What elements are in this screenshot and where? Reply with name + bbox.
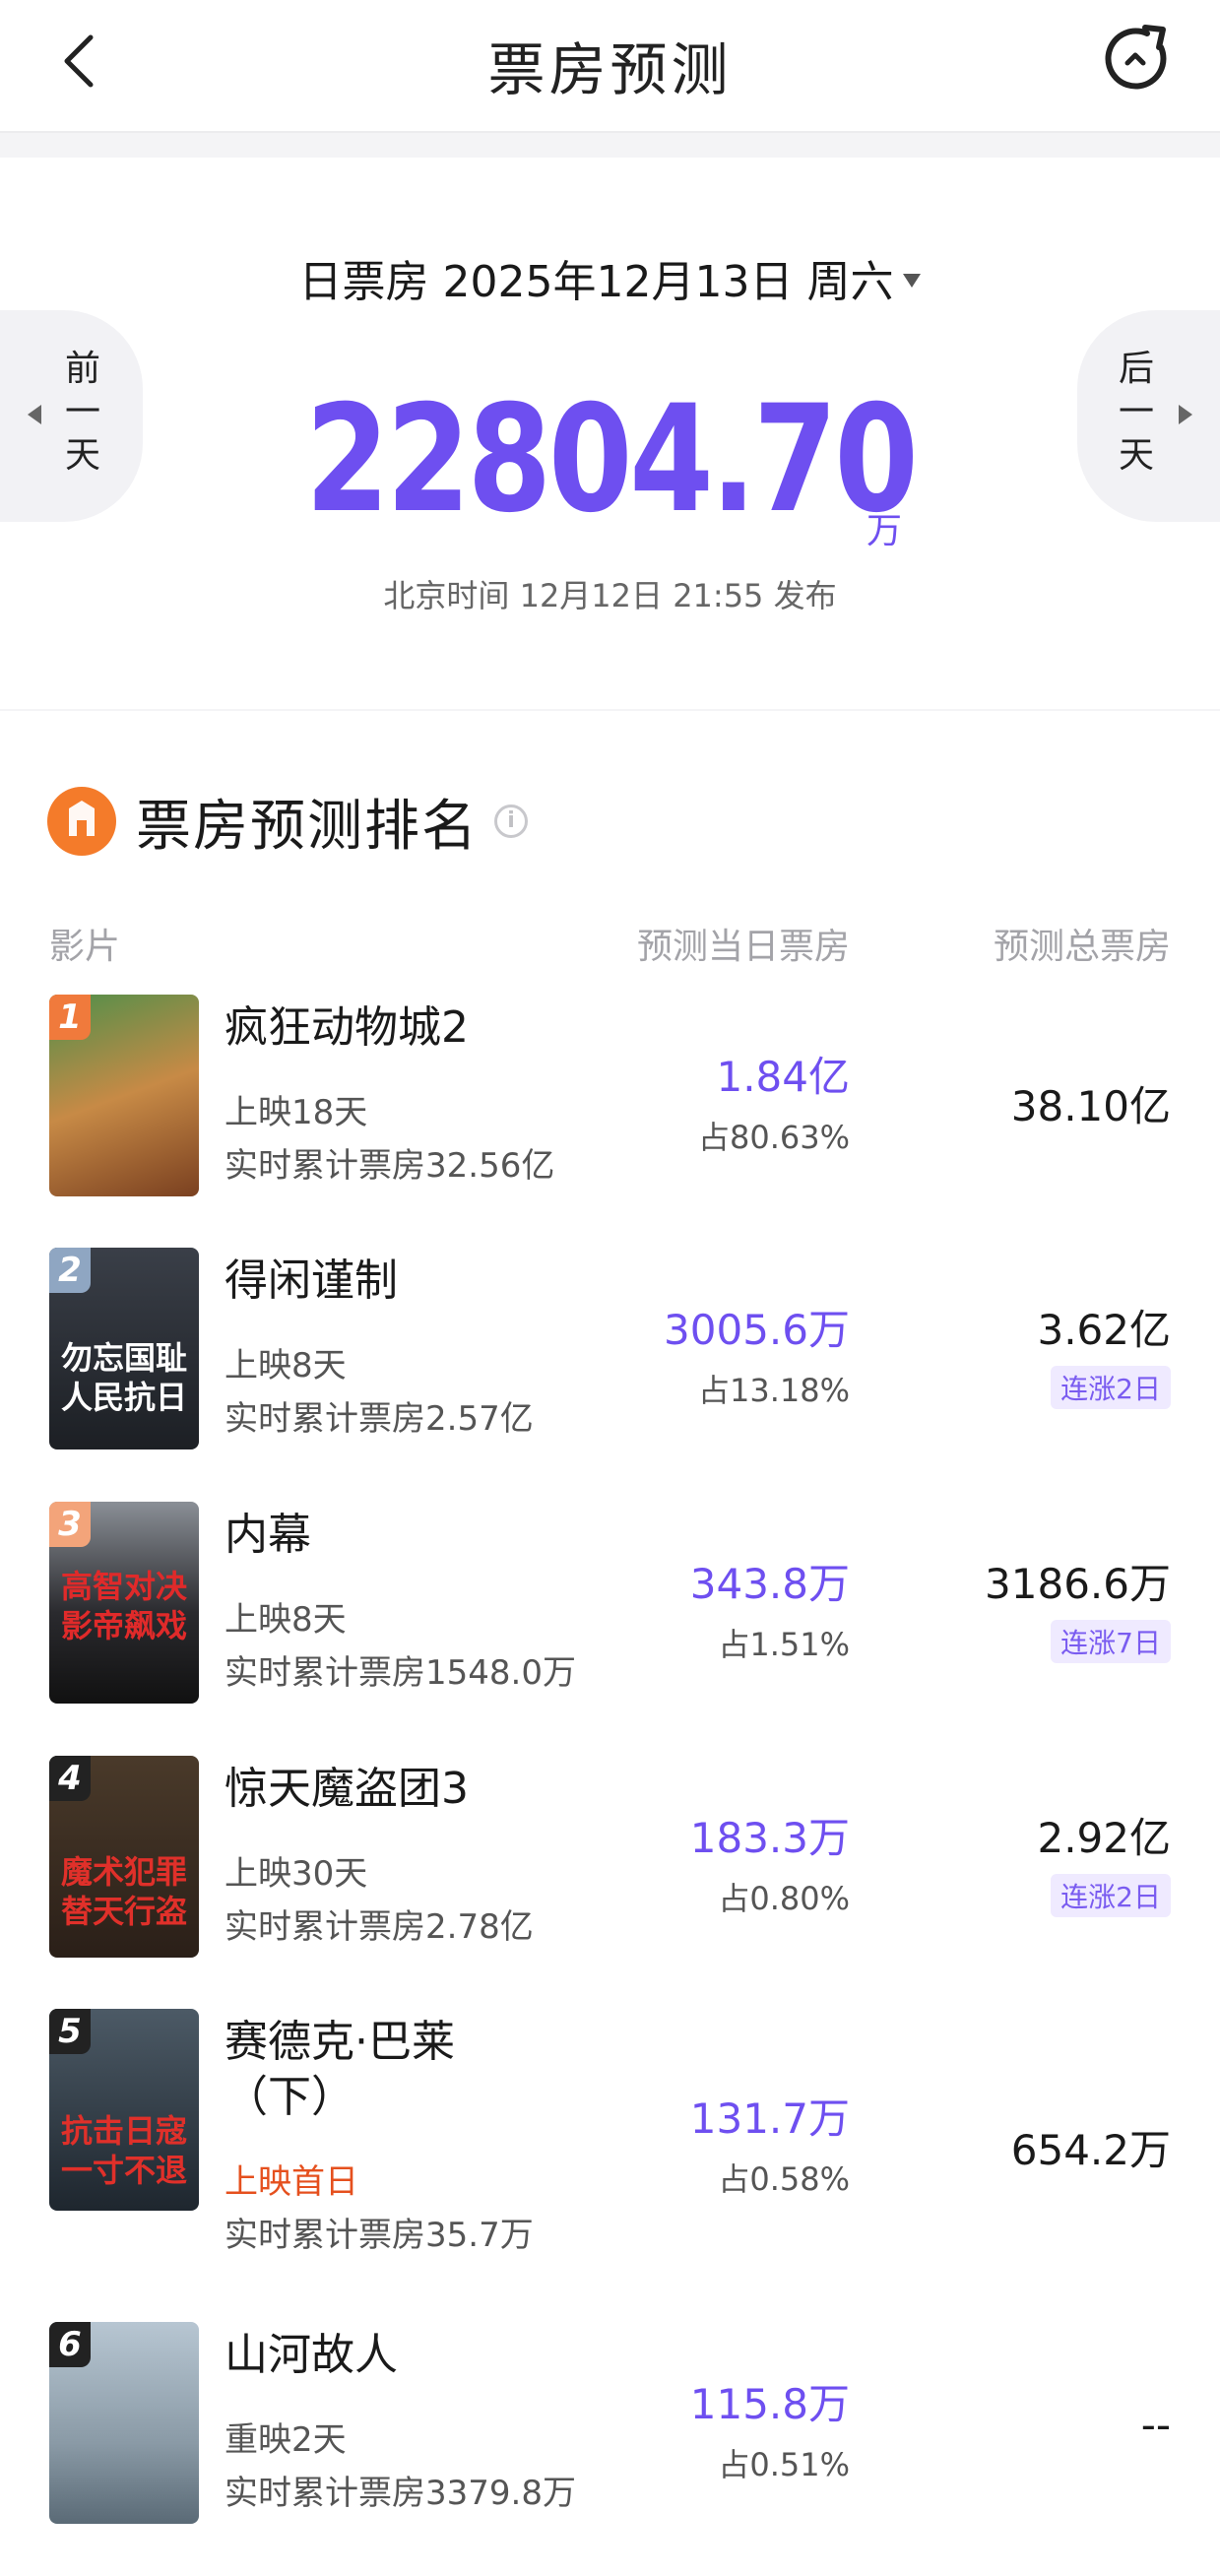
film-title: 惊天魔盗团3 <box>225 1764 469 1814</box>
day-forecast: 115.8万 <box>689 2380 850 2428</box>
film-title: 赛德克·巴莱（下） <box>225 2017 455 2122</box>
day-share: 占0.80% <box>718 1880 850 1917</box>
total-box-office: 22804.70 万 <box>0 374 1220 551</box>
daily-box-office-panel: 日票房 2025年12月13日 周六 前一天 后一天 22804.70 万 北京… <box>0 158 1220 709</box>
column-day-forecast: 预测当日票房 <box>636 927 850 967</box>
film-days: 上映18天 <box>225 1093 368 1132</box>
ranking-header: 票房预测排名 i <box>47 782 528 861</box>
day-share: 占13.18% <box>697 1372 850 1409</box>
film-title: 疯狂动物城2 <box>225 1002 469 1053</box>
day-share: 占0.51% <box>718 2446 850 2483</box>
film-days: 上映8天 <box>225 1346 347 1385</box>
rank-badge: 5 <box>49 2009 91 2054</box>
film-poster: 4 魔术犯罪 替天行盗 <box>49 1756 199 1958</box>
film-row[interactable]: 5 抗击日寇 一寸不退 赛德克·巴莱（下） 上映首日 实时累计票房35.7万 1… <box>0 2009 1220 2265</box>
page-title: 票房预测 <box>487 36 733 103</box>
total-unit: 万 <box>867 511 903 551</box>
film-row[interactable]: 6 山河故人 重映2天 实时累计票房3379.8万 115.8万 占0.51% … <box>0 2322 1220 2539</box>
film-row[interactable]: 2 勿忘国耻 人民抗日 得闲谨制 上映8天 实时累计票房2.57亿 3005.6… <box>0 1248 1220 1464</box>
column-total-forecast: 预测总票房 <box>993 927 1171 967</box>
film-title: 内幕 <box>225 1510 311 1560</box>
day-forecast: 3005.6万 <box>664 1306 850 1354</box>
film-poster: 2 勿忘国耻 人民抗日 <box>49 1248 199 1449</box>
film-row[interactable]: 1 疯狂动物城2 上映18天 实时累计票房32.56亿 1.84亿 占80.63… <box>0 995 1220 1211</box>
film-cumulative: 实时累计票房32.56亿 <box>225 1146 555 1186</box>
total-forecast: 38.10亿 <box>1010 1082 1171 1130</box>
day-share: 占0.58% <box>718 2160 850 2198</box>
day-forecast: 183.3万 <box>689 1814 850 1862</box>
poster-slogan: 魔术犯罪 替天行盗 <box>60 1853 187 1930</box>
rank-badge: 3 <box>49 1502 91 1547</box>
film-poster: 3 高智对决 影帝飙戏 <box>49 1502 199 1704</box>
streak-badge: 连涨7日 <box>1051 1620 1171 1663</box>
poster-slogan: 抗击日寇 一寸不退 <box>60 2112 187 2189</box>
rank-badge: 2 <box>49 1248 91 1293</box>
refresh-icon <box>1105 25 1167 90</box>
film-cumulative: 实时累计票房35.7万 <box>225 2216 534 2255</box>
ranking-title: 票房预测排名 <box>136 794 479 859</box>
caret-down-icon <box>903 274 922 288</box>
total-value: 22804.70 <box>304 374 919 546</box>
day-forecast: 1.84亿 <box>716 1053 850 1101</box>
poster-slogan: 高智对决 影帝飙戏 <box>60 1568 187 1644</box>
film-days: 上映30天 <box>225 1854 368 1894</box>
film-days: 重映2天 <box>225 2420 347 2460</box>
day-forecast: 131.7万 <box>689 2094 850 2143</box>
rank-badge: 6 <box>49 2322 91 2367</box>
film-title: 山河故人 <box>225 2330 398 2380</box>
total-forecast: 3186.6万 <box>985 1560 1171 1608</box>
total-forecast: -- <box>1140 2401 1171 2449</box>
film-days: 上映首日 <box>225 2162 358 2202</box>
film-cumulative: 实时累计票房2.57亿 <box>225 1399 534 1439</box>
top-bar: 票房预测 <box>0 0 1220 133</box>
total-forecast: 3.62亿 <box>1037 1306 1171 1354</box>
film-poster: 5 抗击日寇 一寸不退 <box>49 2009 199 2211</box>
date-label: 日票房 2025年12月13日 周六 <box>298 257 894 307</box>
total-forecast: 2.92亿 <box>1037 1814 1171 1862</box>
total-forecast: 654.2万 <box>1010 2126 1171 2174</box>
day-share: 占80.63% <box>697 1119 850 1156</box>
film-row[interactable]: 4 魔术犯罪 替天行盗 惊天魔盗团3 上映30天 实时累计票房2.78亿 183… <box>0 1756 1220 1972</box>
film-days: 上映8天 <box>225 1600 347 1640</box>
streak-badge: 连涨2日 <box>1051 1366 1171 1409</box>
film-row[interactable]: 3 高智对决 影帝飙戏 内幕 上映8天 实时累计票房1548.0万 343.8万… <box>0 1502 1220 1718</box>
streak-badge: 连涨2日 <box>1051 1874 1171 1917</box>
film-poster: 1 <box>49 995 199 1196</box>
refresh-button[interactable] <box>1098 20 1177 98</box>
day-share: 占1.51% <box>718 1626 850 1663</box>
day-forecast: 343.8万 <box>689 1560 850 1608</box>
film-poster: 6 <box>49 2322 199 2524</box>
poster-slogan: 勿忘国耻 人民抗日 <box>60 1339 187 1416</box>
ranking-section: 票房预测排名 i 影片 预测当日票房 预测总票房 1 疯狂动物城2 上映18天 … <box>0 711 1220 2576</box>
film-cumulative: 实时累计票房3379.8万 <box>225 2474 576 2513</box>
date-selector[interactable]: 日票房 2025年12月13日 周六 <box>0 246 1220 309</box>
film-cumulative: 实时累计票房1548.0万 <box>225 1653 576 1693</box>
rank-badge: 4 <box>49 1756 91 1801</box>
trophy-icon <box>47 787 116 856</box>
film-title: 得闲谨制 <box>225 1256 398 1306</box>
column-film: 影片 <box>49 927 121 967</box>
info-icon[interactable]: i <box>494 805 528 838</box>
film-cumulative: 实时累计票房2.78亿 <box>225 1907 534 1947</box>
publish-time: 北京时间 12月12日 21:55 发布 <box>383 577 837 614</box>
rank-badge: 1 <box>49 995 91 1040</box>
